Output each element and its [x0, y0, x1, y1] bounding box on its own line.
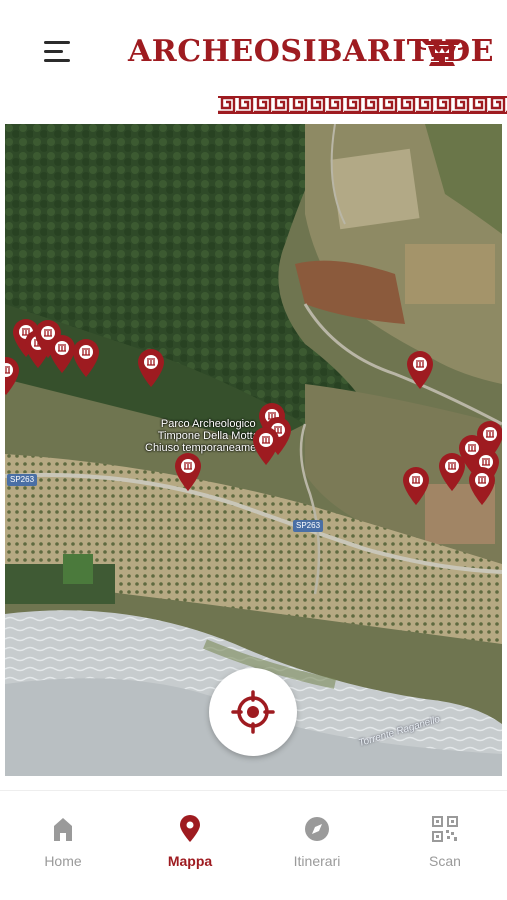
- bottom-navigation: Home Mappa Itinerari Scan: [0, 790, 507, 900]
- nav-scan-label: Scan: [429, 853, 461, 869]
- road-label: SP263: [7, 474, 38, 486]
- map-pin-icon: [180, 815, 200, 842]
- nav-itinerari-label: Itinerari: [293, 853, 341, 869]
- poi-marker[interactable]: [136, 348, 166, 388]
- nav-home[interactable]: Home: [18, 815, 108, 875]
- nav-mappa[interactable]: Mappa: [145, 815, 235, 875]
- home-icon: [54, 818, 72, 841]
- poi-marker[interactable]: [173, 452, 203, 492]
- poi-marker[interactable]: [467, 466, 497, 506]
- app-header: ARCHEOSIBARITIDE: [0, 0, 507, 96]
- poi-marker[interactable]: [71, 338, 101, 378]
- compass-icon: [305, 817, 329, 841]
- poi-marker[interactable]: [401, 466, 431, 506]
- nav-scan[interactable]: Scan: [400, 815, 490, 875]
- poi-marker[interactable]: [405, 350, 435, 390]
- poi-marker[interactable]: [5, 356, 21, 396]
- poi-marker[interactable]: [251, 426, 281, 466]
- nav-home-label: Home: [44, 853, 82, 869]
- greek-vase-logo-icon: [418, 41, 466, 66]
- app-title: ARCHEOSIBARITIDE: [128, 34, 494, 69]
- crosshair-target-icon: [231, 690, 275, 734]
- nav-mappa-label: Mappa: [167, 853, 213, 869]
- road-label: SP263: [293, 520, 324, 532]
- qr-code-icon: [432, 816, 458, 842]
- hamburger-menu-icon[interactable]: [40, 38, 74, 66]
- greek-meander-border: [218, 96, 507, 114]
- nav-itinerari[interactable]: Itinerari: [272, 815, 362, 875]
- locate-me-button[interactable]: [209, 668, 297, 756]
